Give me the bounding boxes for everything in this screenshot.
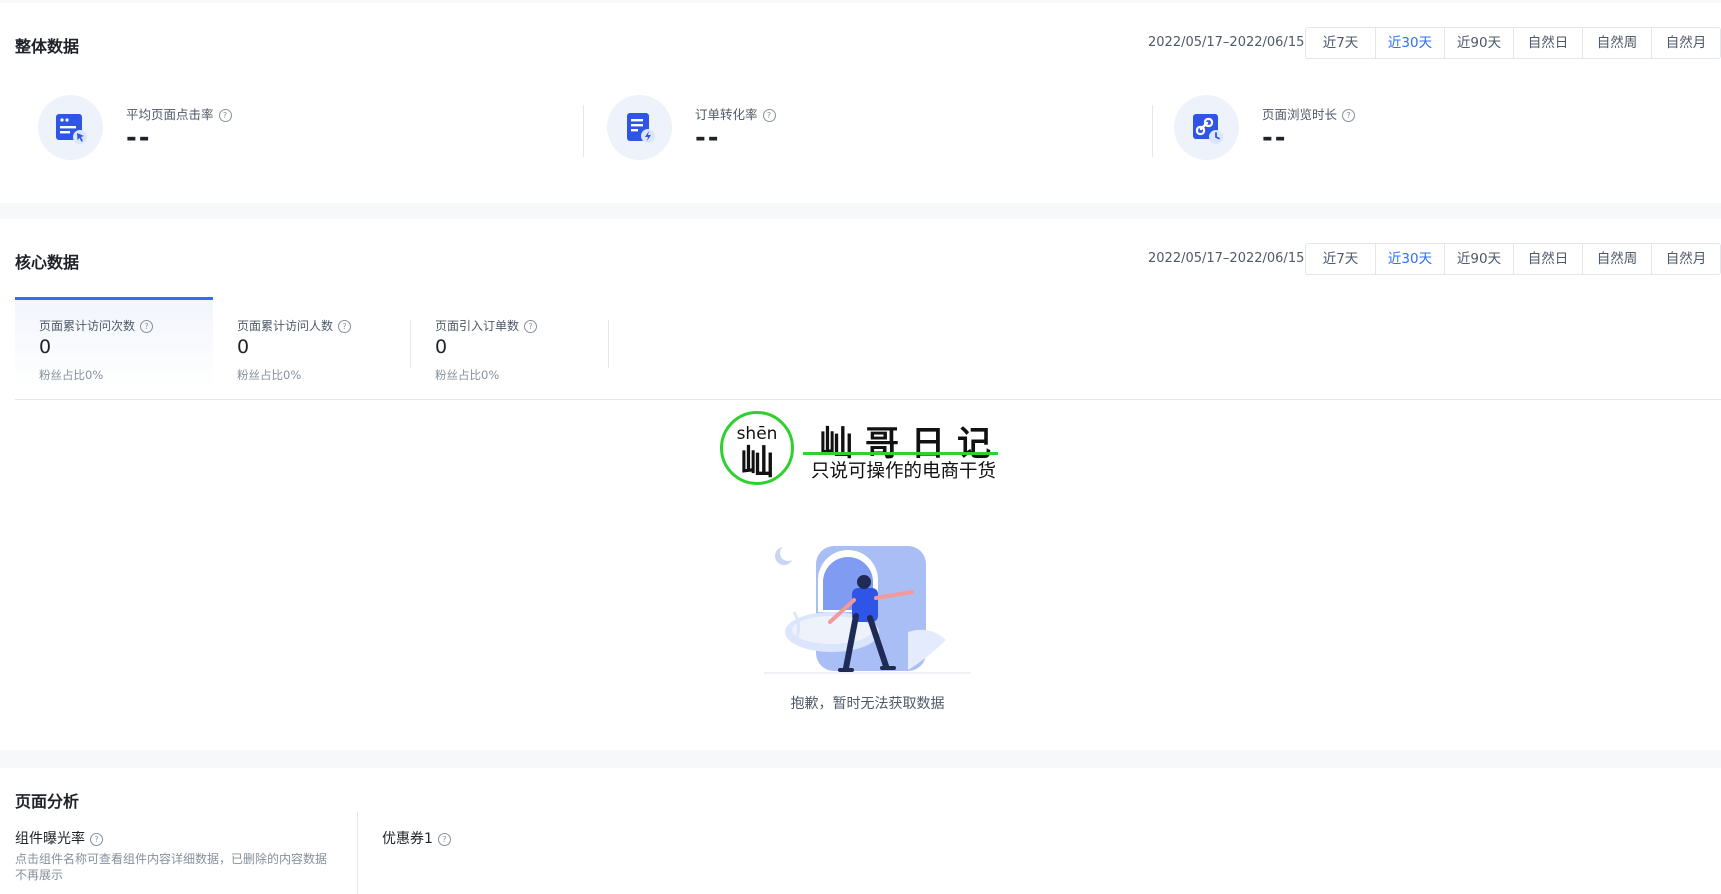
overall-range-30d[interactable]: 近30天 [1375, 28, 1444, 58]
browse-duration-icon [1174, 95, 1239, 160]
metric-label: 平均页面点击率 [126, 107, 214, 122]
metric-label: 订单转化率 [695, 107, 758, 122]
divider [583, 105, 584, 157]
empty-state-illustration [764, 545, 971, 674]
page-analysis-title: 页面分析 [15, 792, 80, 811]
metric-value: -- [126, 123, 152, 153]
tab-fans-ratio: 粉丝占比0% [39, 368, 104, 382]
exposure-title: 组件曝光率 [15, 831, 85, 847]
core-range-natural-month[interactable]: 自然月 [1651, 244, 1720, 274]
empty-state-text: 抱歉，暂时无法获取数据 [790, 696, 945, 712]
help-icon[interactable]: ? [218, 109, 232, 122]
tab-bottom-divider [15, 399, 1721, 400]
overall-date-range: 2022/05/17–2022/06/15 [1148, 35, 1305, 50]
overall-section-title: 整体数据 [15, 37, 80, 56]
tab-page-visits[interactable]: 页面累计访问次数? 0 粉丝占比0% [15, 297, 213, 387]
core-range-selector: 近7天 近30天 近90天 自然日 自然周 自然月 [1305, 243, 1721, 275]
metric-browse-duration: 页面浏览时长? -- [1174, 95, 1654, 175]
tab-fans-ratio: 粉丝占比0% [237, 368, 302, 382]
help-icon[interactable]: ? [338, 320, 352, 333]
help-icon[interactable]: ? [524, 320, 538, 333]
tab-value: 0 [39, 336, 52, 358]
tab-label: 页面累计访问次数 [39, 319, 136, 333]
divider [357, 812, 358, 894]
core-range-90d[interactable]: 近90天 [1444, 244, 1513, 274]
tab-value: 0 [435, 336, 448, 358]
overall-range-90d[interactable]: 近90天 [1444, 28, 1513, 58]
overall-range-natural-week[interactable]: 自然周 [1582, 28, 1651, 58]
core-date-range: 2022/05/17–2022/06/15 [1148, 251, 1305, 266]
help-icon[interactable]: ? [140, 320, 154, 333]
help-icon[interactable]: ? [1342, 109, 1356, 122]
watermark-pinyin: shēn [737, 424, 778, 444]
tab-label: 页面累计访问人数 [237, 319, 334, 333]
tab-page-orders[interactable]: 页面引入订单数? 0 粉丝占比0% [411, 297, 609, 387]
overall-range-natural-day[interactable]: 自然日 [1513, 28, 1582, 58]
help-icon[interactable]: ? [762, 109, 776, 122]
divider [1152, 105, 1153, 157]
overall-range-7d[interactable]: 近7天 [1306, 28, 1375, 58]
tab-fans-ratio: 粉丝占比0% [435, 368, 500, 382]
core-section-title: 核心数据 [15, 253, 80, 272]
help-icon[interactable]: ? [90, 833, 103, 846]
watermark-underline [803, 452, 998, 455]
core-range-natural-day[interactable]: 自然日 [1513, 244, 1582, 274]
watermark-logo: shēn 屾 [720, 411, 794, 485]
overall-range-selector: 近7天 近30天 近90天 自然日 自然周 自然月 [1305, 27, 1721, 59]
metric-page-click-rate: 平均页面点击率? -- [38, 95, 518, 175]
coupon-title[interactable]: 优惠券1 [382, 831, 433, 847]
help-icon[interactable]: ? [437, 833, 451, 846]
watermark-slogan: 只说可操作的电商干货 [811, 461, 997, 482]
metric-order-conversion-rate: 订单转化率? -- [607, 95, 1087, 175]
tab-value: 0 [237, 336, 250, 358]
metric-value: -- [695, 123, 721, 153]
metric-label: 页面浏览时长 [1262, 107, 1338, 122]
tab-page-visitors[interactable]: 页面累计访问人数? 0 粉丝占比0% [213, 297, 411, 387]
tab-label: 页面引入订单数 [435, 319, 520, 333]
metric-value: -- [1262, 123, 1288, 153]
divider [608, 320, 609, 368]
watermark-char: 屾 [740, 443, 774, 483]
page-click-icon [38, 95, 103, 160]
exposure-description: 点击组件名称可查看组件内容详细数据，已删除的内容数据不再展示 [15, 852, 328, 882]
core-range-7d[interactable]: 近7天 [1306, 244, 1375, 274]
overall-range-natural-month[interactable]: 自然月 [1651, 28, 1720, 58]
core-range-30d[interactable]: 近30天 [1375, 244, 1444, 274]
order-conversion-icon [607, 95, 672, 160]
core-range-natural-week[interactable]: 自然周 [1582, 244, 1651, 274]
